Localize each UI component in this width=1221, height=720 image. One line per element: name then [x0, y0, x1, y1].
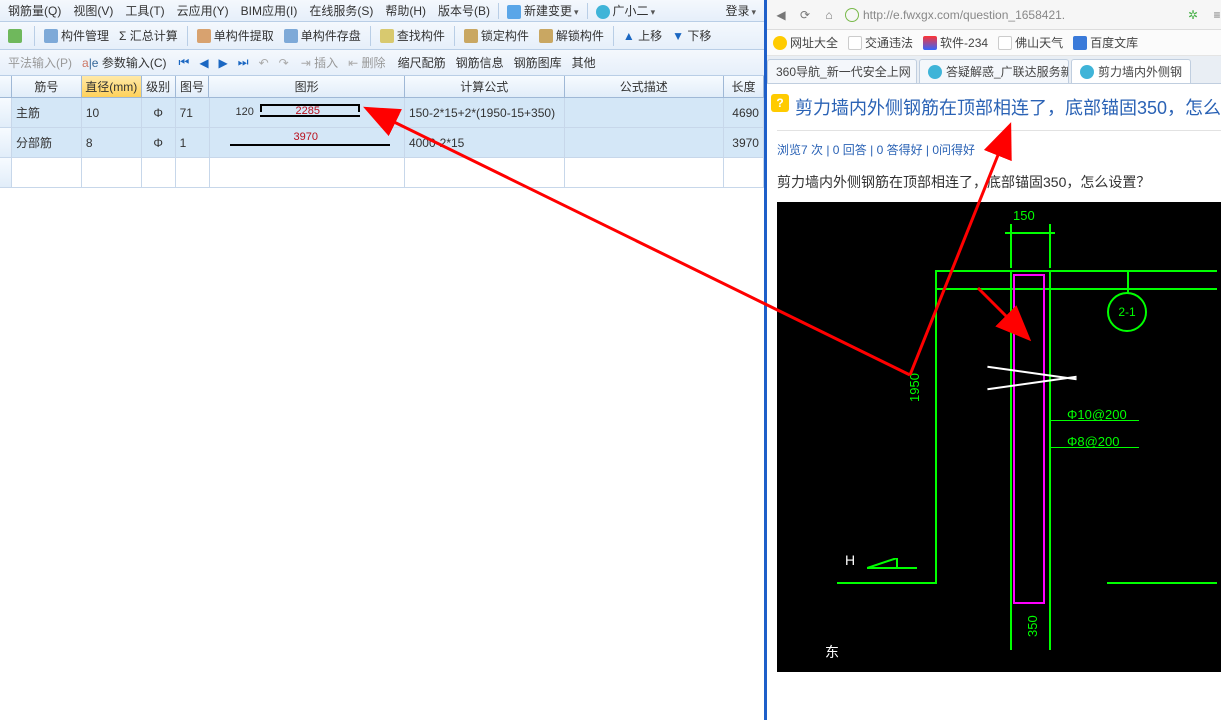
rebar-lib[interactable]: 钢筋图库	[510, 52, 566, 73]
redo[interactable]: ↷	[275, 54, 293, 72]
rebar-app: 钢筋量(Q) 视图(V) 工具(T) 云应用(Y) BIM应用(I) 在线服务(…	[0, 0, 767, 720]
sum-calc[interactable]: Σ 汇总计算	[115, 25, 182, 46]
globe-icon	[845, 8, 859, 22]
cell-desc[interactable]	[565, 98, 725, 127]
toolbar-edit: 平法输入(P) a|e 参数输入(C) ⏮ ◀ ▶ ⏭ ↶ ↷ ⇥ 插入 ⇤ 删…	[0, 50, 764, 76]
question-title: 剪力墙内外侧钢筋在顶部相连了，底部锚固350，怎么	[777, 94, 1221, 120]
cell-length[interactable]: 3970	[724, 128, 764, 157]
col-tuhao[interactable]: 图号	[176, 76, 210, 97]
cell-tuhao[interactable]: 71	[176, 98, 210, 127]
cell-level[interactable]: Φ	[142, 128, 176, 157]
bookmark-item[interactable]: 百度文库	[1073, 34, 1138, 51]
col-formula[interactable]: 计算公式	[405, 76, 565, 97]
table-body: 主筋 10 Φ 71 120 2285 150-2*15+2*(1950-15+…	[0, 98, 764, 720]
delete-row[interactable]: ⇤ 删除	[344, 52, 389, 73]
browser-tab[interactable]: 答疑解惑_广联达服务新…✕	[919, 59, 1069, 83]
nav-next[interactable]: ▶	[215, 54, 232, 72]
menu-online[interactable]: 在线服务(S)	[303, 0, 379, 21]
back-icon[interactable]: ◀	[773, 7, 789, 23]
reload-icon[interactable]: ⟳	[797, 7, 813, 23]
nav-prev[interactable]: ◀	[195, 54, 212, 72]
menu-bim[interactable]: BIM应用(I)	[235, 0, 304, 21]
menu-tools[interactable]: 工具(T)	[119, 0, 170, 21]
cell-formula[interactable]: 150-2*15+2*(1950-15+350)	[405, 98, 565, 127]
col-shape[interactable]: 图形	[209, 76, 404, 97]
browser-pane: ◀ ⟳ ⌂ http://e.fwxgx.com/question_165842…	[767, 0, 1221, 720]
cell-shape[interactable]: 120 2285	[210, 98, 405, 127]
component-manage[interactable]: 构件管理	[40, 25, 113, 46]
unlock-component[interactable]: 解锁构件	[535, 25, 608, 46]
other-menu[interactable]: 其他	[568, 52, 600, 73]
find-component[interactable]: 查找构件	[376, 25, 449, 46]
move-up[interactable]: ▲ 上移	[619, 25, 666, 46]
bookmark-item[interactable]: 网址大全	[773, 34, 838, 51]
lock-component[interactable]: 锁定构件	[460, 25, 533, 46]
table-header: 筋号 直径(mm) 级别 图号 图形 计算公式 公式描述 长度	[0, 76, 764, 98]
home-icon[interactable]: ⌂	[821, 7, 837, 23]
cell-level[interactable]: Φ	[142, 98, 176, 127]
move-down[interactable]: ▼ 下移	[668, 25, 715, 46]
bookmark-item[interactable]: 佛山天气	[998, 34, 1063, 51]
flat-input[interactable]: 平法输入(P)	[4, 52, 76, 73]
cell-formula[interactable]: 4000-2*15	[405, 128, 565, 157]
scale-rebar[interactable]: 缩尺配筋	[394, 52, 450, 73]
col-level[interactable]: 级别	[142, 76, 176, 97]
browser-tab[interactable]: 360导航_新一代安全上网✕	[767, 59, 917, 83]
insert-row[interactable]: ⇥ 插入	[297, 52, 342, 73]
bookmark-item[interactable]: 交通违法	[848, 34, 913, 51]
question-meta: 浏览7 次 | 0 回答 | 0 答得好 | 0问得好	[777, 141, 1221, 158]
user-menu[interactable]: 广小二	[590, 0, 662, 21]
toggle-icon[interactable]	[4, 27, 29, 45]
undo[interactable]: ↶	[255, 54, 273, 72]
menubar: 钢筋量(Q) 视图(V) 工具(T) 云应用(Y) BIM应用(I) 在线服务(…	[0, 0, 764, 22]
col-jinhao[interactable]: 筋号	[12, 76, 82, 97]
rebar-info[interactable]: 钢筋信息	[452, 52, 508, 73]
single-extract[interactable]: 单构件提取	[193, 25, 278, 46]
cell-jinhao[interactable]: 分部筋	[12, 128, 82, 157]
nav-last[interactable]: ⏭	[234, 53, 253, 72]
menu-version[interactable]: 版本号(B)	[432, 0, 496, 21]
url-text: http://e.fwxgx.com/question_1658421.	[863, 8, 1065, 22]
browser-tab[interactable]: 剪力墙内外侧钢	[1071, 59, 1191, 83]
cell-shape[interactable]: 3970	[210, 128, 405, 157]
cell-dia[interactable]: 8	[82, 128, 142, 157]
table-row[interactable]: 分部筋 8 Φ 1 3970 4000-2*15 3970	[0, 128, 764, 158]
col-diameter[interactable]: 直径(mm)	[82, 76, 142, 97]
bookmarks-bar: 网址大全 交通违法 软件-234 佛山天气 百度文库	[767, 30, 1221, 56]
question-badge-icon: ?	[771, 94, 789, 112]
tab-bar: 360导航_新一代安全上网✕ 答疑解惑_广联达服务新…✕ 剪力墙内外侧钢	[767, 56, 1221, 84]
menu-help[interactable]: 帮助(H)	[379, 0, 432, 21]
page-content: ? 剪力墙内外侧钢筋在顶部相连了，底部锚固350，怎么 浏览7 次 | 0 回答…	[767, 84, 1221, 720]
new-change-button[interactable]: 新建变更	[501, 0, 585, 21]
cell-dia[interactable]: 10	[82, 98, 142, 127]
url-bar[interactable]: http://e.fwxgx.com/question_1658421.	[845, 8, 1177, 22]
nav-first[interactable]: ⏮	[175, 53, 194, 72]
table-row[interactable]: 主筋 10 Φ 71 120 2285 150-2*15+2*(1950-15+…	[0, 98, 764, 128]
question-body: 剪力墙内外侧钢筋在顶部相连了，底部锚固350，怎么设置？	[777, 172, 1221, 192]
param-input[interactable]: a|e 参数输入(C)	[78, 52, 171, 73]
cell-jinhao[interactable]: 主筋	[12, 98, 82, 127]
cell-length[interactable]: 4690	[724, 98, 764, 127]
table-row[interactable]	[0, 158, 764, 188]
col-length[interactable]: 长度	[724, 76, 764, 97]
ext-icon[interactable]: ✲	[1185, 7, 1201, 23]
menu-view[interactable]: 视图(V)	[67, 0, 119, 21]
cell-tuhao[interactable]: 1	[176, 128, 210, 157]
menu-steel[interactable]: 钢筋量(Q)	[2, 0, 67, 21]
toolbar-main: 构件管理 Σ 汇总计算 单构件提取 单构件存盘 查找构件 锁定构件 解锁构件 ▲…	[0, 22, 764, 50]
login-menu[interactable]: 登录	[719, 0, 762, 21]
col-desc[interactable]: 公式描述	[565, 76, 725, 97]
menu-icon[interactable]: ≡	[1209, 7, 1221, 23]
browser-toolbar: ◀ ⟳ ⌂ http://e.fwxgx.com/question_165842…	[767, 0, 1221, 30]
bookmark-item[interactable]: 软件-234	[923, 34, 988, 51]
menu-cloud[interactable]: 云应用(Y)	[171, 0, 235, 21]
cell-desc[interactable]	[565, 128, 725, 157]
single-save[interactable]: 单构件存盘	[280, 25, 365, 46]
cad-drawing: 150 1950 350 Φ10@200 Φ8@200 2-1 H	[777, 202, 1221, 672]
